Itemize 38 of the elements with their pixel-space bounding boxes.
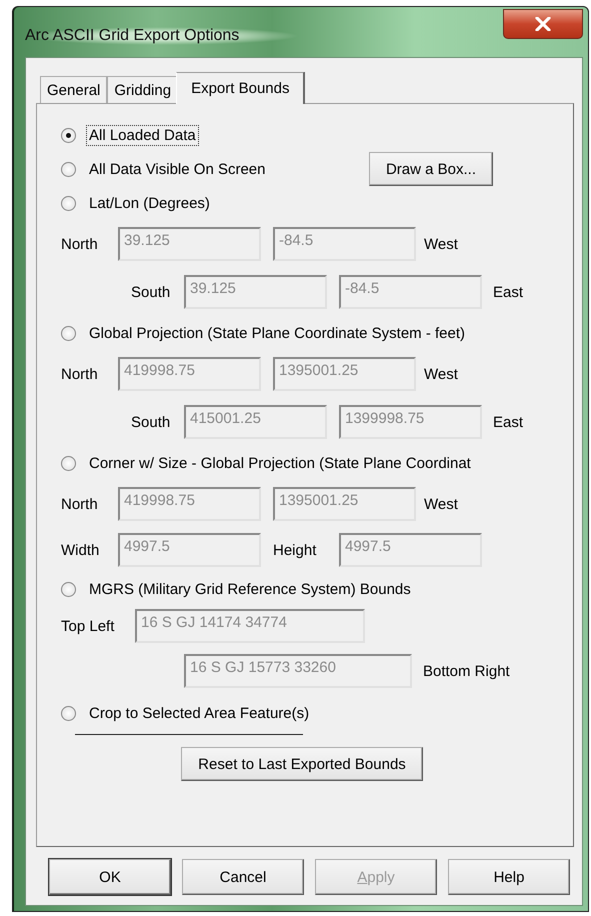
field-label: East (493, 284, 524, 300)
field-label: North (61, 366, 99, 382)
radio-button[interactable] (61, 128, 76, 142)
radio-button[interactable] (61, 582, 76, 596)
radio-label[interactable]: Crop to Selected Area Feature(s) (86, 702, 312, 724)
radio-button[interactable] (61, 456, 76, 470)
field-label: South (131, 284, 172, 300)
radio-label[interactable]: All Data Visible On Screen (86, 158, 268, 180)
field-label: East (493, 414, 524, 430)
tab[interactable]: General (40, 76, 108, 104)
radio-button[interactable] (61, 326, 76, 340)
draw-box-button[interactable]: Draw a Box... (368, 152, 493, 186)
field-label: North (61, 236, 99, 252)
field-label: West (424, 366, 458, 382)
tab[interactable]: Gridding (107, 76, 178, 104)
field-label: Height (273, 542, 318, 558)
radio-label[interactable]: Lat/Lon (Degrees) (86, 192, 213, 214)
radio-label[interactable]: Global Projection (State Plane Coordinate System - feet) (86, 322, 468, 344)
radio-button[interactable] (61, 706, 76, 720)
field-label: West (424, 496, 458, 512)
radio-label[interactable]: MGRS (Military Grid Reference System) Bounds (86, 578, 414, 600)
radio-label[interactable]: All Loaded Data (86, 124, 199, 146)
field-label: North (61, 496, 99, 512)
dialog-button[interactable]: OK (49, 859, 171, 895)
field-label: Top Left (61, 618, 116, 634)
radio-button[interactable] (61, 196, 76, 210)
radio-label[interactable]: Corner w/ Size - Global Projection (State Plane Coordinat (86, 452, 474, 474)
reset-button[interactable]: Reset to Last Exported Bounds (181, 747, 423, 781)
radio-button[interactable] (61, 162, 76, 176)
tab[interactable]: Export Bounds (176, 72, 304, 104)
dialog-button[interactable]: Cancel (182, 859, 304, 895)
field-label: Bottom Right (423, 662, 510, 680)
close-button[interactable] (503, 9, 583, 39)
field-label: Width (61, 542, 100, 558)
field-label: South (131, 414, 172, 430)
field-label: West (424, 236, 458, 252)
close-icon (535, 17, 551, 31)
dialog-button[interactable]: Help (448, 859, 570, 895)
